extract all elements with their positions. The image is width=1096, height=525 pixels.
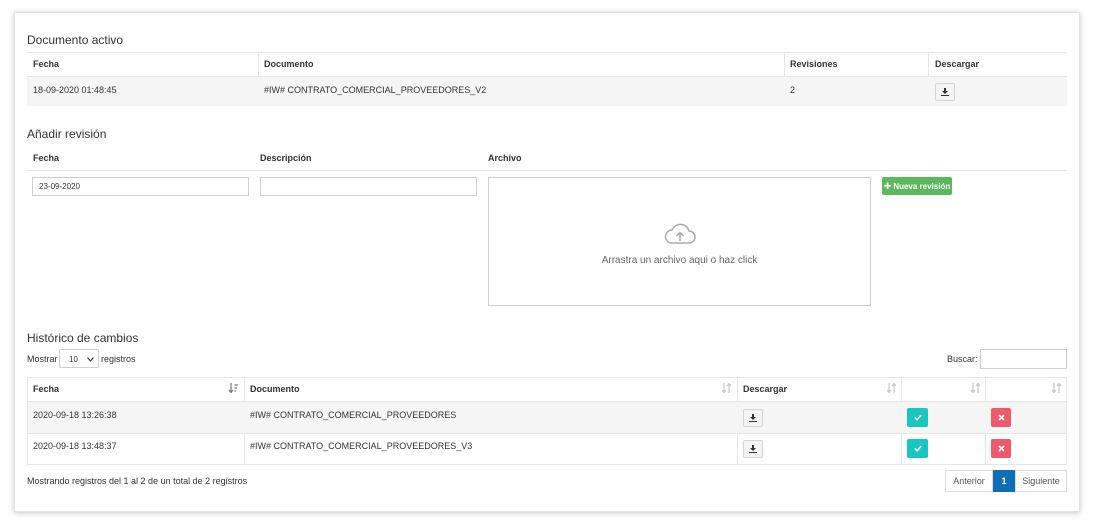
divider xyxy=(27,170,1067,171)
history-row-documento: #IW# CONTRATO_COMERCIAL_PROVEEDORES xyxy=(250,410,457,420)
sort-asc-icon[interactable] xyxy=(229,383,239,393)
history-row-fecha: 2020-09-18 13:26:38 xyxy=(33,410,117,420)
history-header-descargar[interactable]: Descargar xyxy=(743,384,787,394)
new-revision-label: Nueva revisión xyxy=(893,181,951,191)
table-row xyxy=(27,77,1067,106)
dropzone-text: Arrastra un archivo aqui o haz click xyxy=(601,255,758,266)
label-descripcion: Descripción xyxy=(260,153,312,163)
col-header-documento: Documento xyxy=(264,59,314,69)
delete-button[interactable] xyxy=(991,408,1011,427)
sort-icon[interactable] xyxy=(722,383,731,393)
activate-button[interactable] xyxy=(907,408,928,427)
download-button[interactable] xyxy=(743,409,763,427)
page-size-value: 10 xyxy=(69,355,78,364)
chevron-down-icon xyxy=(87,357,94,362)
show-prefix: Mostrar xyxy=(27,354,58,364)
history-row-fecha: 2020-09-18 13:48:37 xyxy=(33,441,117,451)
page-size-select[interactable]: 10 xyxy=(59,349,99,368)
file-dropzone[interactable]: Arrastra un archivo aqui o haz click xyxy=(488,177,871,306)
divider xyxy=(27,52,1067,53)
download-button[interactable] xyxy=(743,440,763,458)
check-icon xyxy=(913,445,922,452)
close-icon xyxy=(997,414,1005,421)
divider xyxy=(27,433,1067,434)
pager-next-button[interactable]: Siguiente xyxy=(1015,470,1067,492)
active-doc-revisiones: 2 xyxy=(790,85,796,95)
history-title: Histórico de cambios xyxy=(27,331,139,345)
sort-icon[interactable] xyxy=(1052,383,1061,393)
delete-button[interactable] xyxy=(991,439,1011,458)
active-doc-fecha: 18-09-2020 01:48:45 xyxy=(33,85,117,95)
search-input[interactable] xyxy=(980,349,1067,369)
cloud-upload-icon xyxy=(664,223,696,244)
divider xyxy=(1066,377,1067,465)
show-suffix: registros xyxy=(101,354,136,364)
main-panel: Documento activo Fecha Documento Revisio… xyxy=(14,12,1080,512)
pager-page-button[interactable]: 1 xyxy=(993,470,1015,492)
download-button[interactable] xyxy=(935,83,955,101)
close-icon xyxy=(997,445,1005,452)
label-archivo: Archivo xyxy=(488,153,522,163)
divider xyxy=(27,464,1067,465)
label-fecha: Fecha xyxy=(33,153,60,163)
download-icon xyxy=(749,445,757,453)
check-icon xyxy=(913,414,922,421)
history-header-documento[interactable]: Documento xyxy=(250,384,300,394)
download-icon xyxy=(941,88,949,96)
table-info: Mostrando registros del 1 al 2 de un tot… xyxy=(27,476,248,486)
divider xyxy=(27,377,1067,378)
sort-icon[interactable] xyxy=(971,383,980,393)
sort-icon[interactable] xyxy=(887,383,896,393)
new-revision-button[interactable]: ✚ Nueva revisión xyxy=(882,177,952,195)
descripcion-input[interactable] xyxy=(260,177,477,196)
col-header-descargar: Descargar xyxy=(935,59,980,69)
activate-button[interactable] xyxy=(907,439,928,458)
active-doc-documento: #IW# CONTRATO_COMERCIAL_PROVEEDORES_V2 xyxy=(264,85,487,95)
history-header-fecha[interactable]: Fecha xyxy=(33,384,59,394)
add-revision-title: Añadir revisión xyxy=(27,127,107,141)
col-header-revisiones: Revisiones xyxy=(790,59,838,69)
active-doc-title: Documento activo xyxy=(27,33,124,47)
pager-prev-button[interactable]: Anterior xyxy=(945,470,993,492)
history-row-documento: #IW# CONTRATO_COMERCIAL_PROVEEDORES_V3 xyxy=(250,441,473,451)
search-label: Buscar: xyxy=(947,354,978,364)
fecha-input[interactable] xyxy=(32,177,249,196)
download-icon xyxy=(749,414,757,422)
plus-icon: ✚ xyxy=(883,180,892,191)
col-header-fecha: Fecha xyxy=(33,59,60,69)
